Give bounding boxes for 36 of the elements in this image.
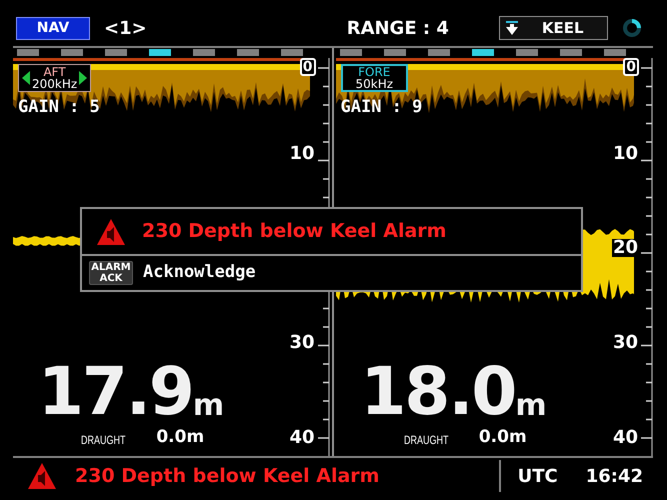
alarm-icon bbox=[27, 461, 57, 491]
depth-unit: m bbox=[192, 391, 224, 421]
nav-button[interactable]: NAV bbox=[16, 16, 90, 40]
left-arrow-icon bbox=[22, 71, 30, 85]
gain-reading: GAIN : 9 bbox=[340, 96, 424, 119]
transducer-label[interactable]: AFT 200kHz bbox=[18, 64, 92, 92]
alarm-ack-key[interactable]: ALARM ACK bbox=[89, 261, 133, 285]
transducer-name: AFT bbox=[43, 66, 66, 78]
transducer-label[interactable]: FORE 50kHz bbox=[340, 64, 408, 92]
transducer-frequency: 50kHz bbox=[356, 78, 394, 90]
gain-reading: GAIN : 5 bbox=[18, 96, 101, 119]
depth-scale-label: 0 bbox=[623, 58, 639, 76]
page-indicator: <1> bbox=[104, 16, 147, 40]
alarm-icon bbox=[96, 216, 126, 246]
depth-unit: m bbox=[515, 391, 547, 421]
status-ring-icon bbox=[622, 18, 642, 38]
range-reading: RANGE : 4 bbox=[346, 16, 449, 40]
keel-arrow-icon bbox=[506, 21, 518, 35]
draught-reading: 0.0m bbox=[478, 429, 527, 446]
depth-reading: 18.0 bbox=[360, 362, 516, 421]
reference-label: KEEL bbox=[542, 18, 584, 39]
draught-label: DRAUGHT bbox=[404, 434, 448, 446]
timezone-label: UTC bbox=[518, 464, 558, 488]
depth-scale-label: 0 bbox=[300, 58, 316, 76]
acknowledge-option[interactable]: Acknowledge bbox=[143, 260, 256, 286]
reference-selector[interactable]: KEEL bbox=[498, 16, 608, 40]
transducer-frequency: 200kHz bbox=[32, 78, 78, 90]
alarm-title: 230 Depth below Keel Alarm bbox=[142, 219, 446, 244]
status-alarm-message: 230 Depth below Keel Alarm bbox=[75, 464, 380, 489]
right-arrow-icon bbox=[79, 71, 88, 85]
depth-reading: 17.9 bbox=[38, 362, 193, 421]
draught-reading: 0.0m bbox=[156, 429, 204, 446]
clock-time: 16:42 bbox=[586, 464, 643, 488]
transducer-name: FORE bbox=[358, 66, 390, 78]
draught-label: DRAUGHT bbox=[81, 434, 126, 446]
depth-scale-label: 20 bbox=[612, 239, 639, 257]
